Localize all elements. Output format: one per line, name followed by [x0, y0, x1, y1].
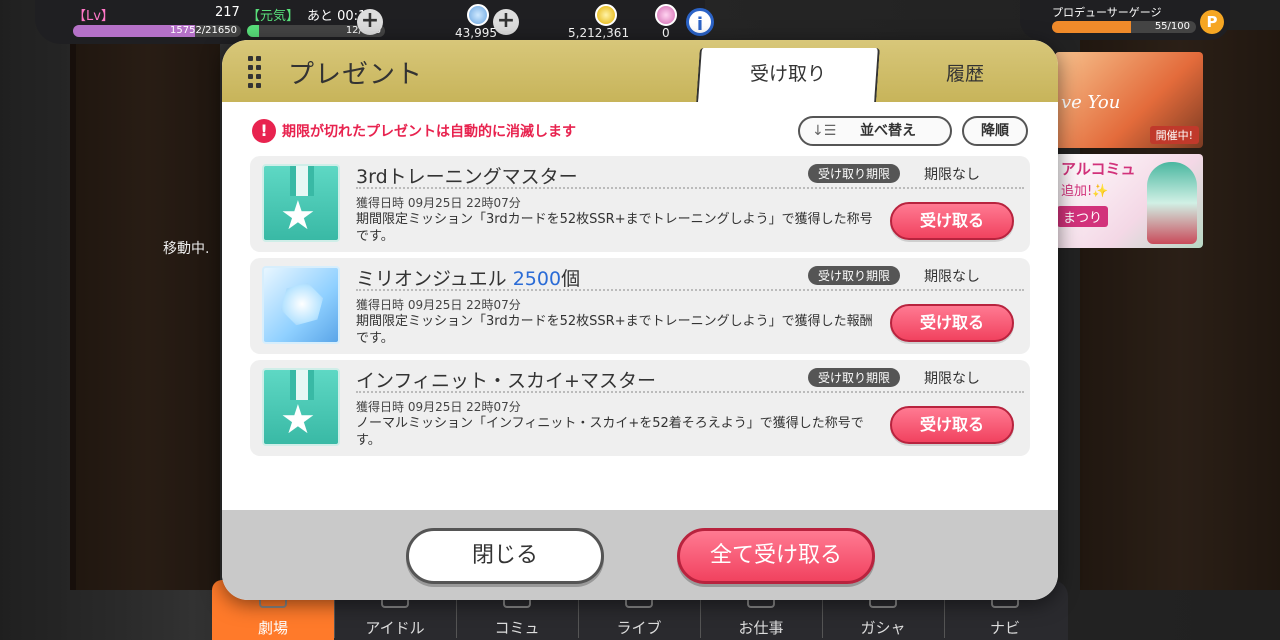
tab-receive[interactable]: 受け取り [696, 48, 880, 102]
sort-label: 並べ替え [860, 123, 916, 139]
exp-text: 15752/21650 [170, 25, 237, 36]
lv-label: 【Lv】 [73, 9, 114, 24]
item-description: 期間限定ミッション「3rdカードを52枚SSR+までトレーニングしよう」で獲得し… [356, 314, 873, 346]
item-date: 獲得日時 09月25日 22時07分 [356, 196, 521, 210]
item-date: 獲得日時 09月25日 22時07分 [356, 400, 521, 414]
event-banner-badge: 開催中! [1149, 126, 1199, 144]
add-jewel-button[interactable]: + [493, 9, 519, 35]
present-item: ミリオンジュエル 2500個 受け取り期限 期限なし 獲得日時 09月25日 2… [250, 258, 1030, 354]
commu-banner-line3: まつり [1057, 206, 1109, 227]
limit-value: 期限なし [924, 371, 980, 387]
sort-button[interactable]: ↓☰ 並べ替え [798, 116, 952, 146]
item-description: ノーマルミッション「インフィニット・スカイ+を52着そろえよう」で獲得した称号で… [356, 416, 864, 448]
dotted-divider [356, 187, 1024, 189]
item-name: インフィニット・スカイ+マスター [356, 370, 656, 392]
warning-icon: ! [252, 119, 276, 143]
dialog-title: プレゼント [288, 60, 424, 90]
present-item: ★ 3rdトレーニングマスター 受け取り期限 期限なし 獲得日時 09月25日 … [250, 156, 1030, 252]
producer-gauge: プロデューサーゲージ 55/100 P [1020, 0, 1230, 40]
item-quantity: 2500 [512, 268, 562, 290]
limit-badge: 受け取り期限 [808, 164, 901, 183]
gauge-label: プロデューサーゲージ [1052, 6, 1162, 19]
medal-title-icon: ★ [262, 164, 340, 242]
limit-value: 期限なし [924, 269, 980, 285]
jewel-icon [467, 4, 489, 26]
order-toggle-button[interactable]: 降順 [962, 116, 1028, 146]
item-date: 獲得日時 09月25日 22時07分 [356, 298, 521, 312]
present-item: ★ インフィニット・スカイ+マスター 受け取り期限 期限なし 獲得日時 09月2… [250, 360, 1030, 456]
gauge-value: 55/100 [1154, 21, 1190, 32]
medal-title-icon: ★ [262, 368, 340, 446]
moving-text: 移動中. [163, 241, 210, 257]
status-hud: 【Lv】 217 【元気】 あと 00:13 15752/21650 12/13… [35, 0, 714, 44]
item-description: 期間限定ミッション「3rdカードを52枚SSR+までトレーニングしよう」で獲得し… [356, 212, 873, 244]
limit-value: 期限なし [924, 167, 980, 183]
drag-handle-icon [248, 56, 262, 88]
receive-button[interactable]: 受け取る [890, 304, 1014, 342]
expiry-notice: ! 期限が切れたプレゼントは自動的に消滅します [252, 118, 576, 144]
dialog-header: プレゼント 受け取り 履歴 [222, 40, 1058, 102]
producer-p-icon[interactable]: P [1200, 10, 1224, 34]
receive-button[interactable]: 受け取る [890, 202, 1014, 240]
limit-badge: 受け取り期限 [808, 368, 901, 387]
commu-banner-line2: 追加!✨ [1061, 184, 1109, 199]
million-jewel-icon [262, 266, 340, 344]
tab-history[interactable]: 履歴 [890, 48, 1040, 102]
sort-icon: ↓☰ [812, 123, 837, 139]
item-name: ミリオンジュエル 2500個 [356, 268, 581, 290]
notice-text: 期限が切れたプレゼントは自動的に消滅します [282, 124, 576, 140]
jewel-count: 43,995 [455, 26, 497, 40]
limit-badge: 受け取り期限 [808, 266, 901, 285]
present-dialog: プレゼント 受け取り 履歴 ! 期限が切れたプレゼントは自動的に消滅します ↓☰… [222, 40, 1058, 600]
dialog-footer: 閉じる 全て受け取る [222, 510, 1058, 600]
ticket-icon [655, 4, 677, 26]
event-banner[interactable]: ve You 開催中! [1055, 52, 1203, 148]
info-button[interactable]: i [686, 8, 714, 36]
dotted-divider [356, 391, 1024, 393]
item-name: 3rdトレーニングマスター [356, 166, 578, 188]
ticket-count: 0 [662, 26, 670, 40]
receive-button[interactable]: 受け取る [890, 406, 1014, 444]
idol-character-image [1147, 162, 1197, 244]
close-button[interactable]: 閉じる [406, 528, 604, 584]
coin-count: 5,212,361 [568, 26, 630, 40]
receive-all-button[interactable]: 全て受け取る [677, 528, 875, 584]
genki-label: 【元気】 [247, 9, 300, 24]
add-stamina-button[interactable]: + [357, 9, 383, 35]
commu-banner-line1: アルコミュ [1061, 160, 1136, 178]
event-banner-title: ve You [1061, 92, 1121, 113]
coin-icon [595, 4, 617, 26]
commu-banner[interactable]: アルコミュ 追加!✨ まつり [1055, 154, 1203, 248]
dotted-divider [356, 289, 1024, 291]
lv-value: 217 [215, 5, 240, 20]
